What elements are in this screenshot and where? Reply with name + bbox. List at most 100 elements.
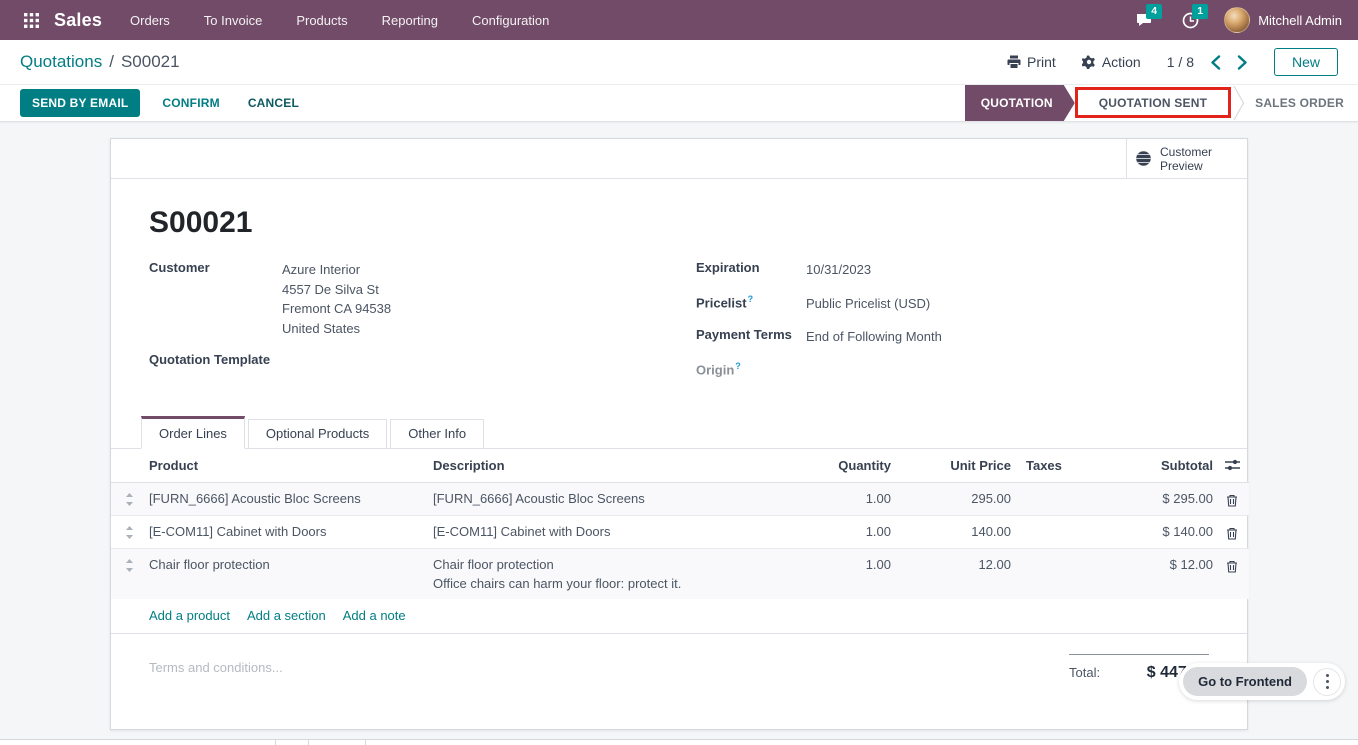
- delete-row-icon[interactable]: [1215, 482, 1249, 515]
- action-button[interactable]: Action: [1082, 54, 1141, 70]
- product-cell[interactable]: [FURN_6666] Acoustic Bloc Screens: [147, 482, 431, 515]
- menu-reporting[interactable]: Reporting: [380, 7, 440, 34]
- top-navbar: Sales Orders To Invoice Products Reporti…: [0, 0, 1358, 40]
- cancel-button[interactable]: CANCEL: [242, 89, 305, 117]
- app-brand[interactable]: Sales: [54, 10, 102, 31]
- apps-menu-button[interactable]: [16, 6, 46, 34]
- description-cell[interactable]: Chair floor protection Office chairs can…: [431, 548, 803, 599]
- messages-menu-button[interactable]: 4: [1132, 8, 1156, 32]
- taxes-column-header[interactable]: Taxes: [1013, 449, 1113, 483]
- stage-quotation-sent[interactable]: QUOTATION SENT: [1075, 85, 1233, 121]
- order-lines-table: Product Description Quantity Unit Price …: [111, 449, 1249, 599]
- control-panel: Quotations / S00021 Print Action 1 / 8: [0, 40, 1358, 85]
- delete-row-icon[interactable]: [1215, 515, 1249, 548]
- pager-next-icon[interactable]: [1237, 55, 1248, 70]
- go-to-frontend-button[interactable]: Go to Frontend: [1183, 667, 1307, 696]
- payment-terms-label: Payment Terms: [696, 327, 806, 347]
- stage-quotation[interactable]: QUOTATION: [965, 85, 1075, 121]
- pricelist-value[interactable]: Public Pricelist (USD): [806, 294, 930, 314]
- stage-sales-order[interactable]: SALES ORDER: [1245, 85, 1358, 121]
- menu-orders[interactable]: Orders: [128, 7, 172, 34]
- tab-other-info[interactable]: Other Info: [390, 419, 484, 449]
- total-label: Total:: [1069, 665, 1100, 680]
- chatter-top-edge: [0, 739, 1358, 745]
- chatter-divider: [308, 740, 309, 745]
- drag-handle-icon[interactable]: [111, 548, 147, 599]
- record-pager: 1 / 8: [1167, 54, 1248, 70]
- product-cell[interactable]: Chair floor protection: [147, 548, 431, 599]
- confirm-button[interactable]: CONFIRM: [156, 89, 225, 117]
- pager-counter: 1 / 8: [1167, 54, 1194, 70]
- add-a-note-link[interactable]: Add a note: [343, 608, 406, 623]
- navbar-left: Sales: [16, 6, 128, 34]
- menu-products[interactable]: Products: [294, 7, 349, 34]
- quantity-cell[interactable]: 1.00: [803, 548, 893, 599]
- customer-label: Customer: [149, 260, 282, 338]
- field-column-left: Customer Azure Interior 4557 De Silva St…: [149, 260, 696, 391]
- quantity-column-header[interactable]: Quantity: [803, 449, 893, 483]
- unit-price-cell[interactable]: 140.00: [893, 515, 1013, 548]
- customer-name[interactable]: Azure Interior: [282, 260, 391, 280]
- taxes-cell[interactable]: [1013, 548, 1113, 599]
- more-options-button[interactable]: [1313, 668, 1341, 696]
- breadcrumb-separator: /: [109, 52, 114, 72]
- frontend-switcher: Go to Frontend: [1179, 663, 1345, 700]
- description-column-header[interactable]: Description: [431, 449, 803, 483]
- subtotal-column-header[interactable]: Subtotal: [1113, 449, 1215, 483]
- print-label: Print: [1027, 54, 1056, 70]
- add-a-section-link[interactable]: Add a section: [247, 608, 326, 623]
- pager-previous-icon[interactable]: [1210, 55, 1221, 70]
- breadcrumb-current: S00021: [121, 52, 180, 72]
- tab-optional-products[interactable]: Optional Products: [248, 419, 387, 449]
- unit-price-cell[interactable]: 295.00: [893, 482, 1013, 515]
- field-expiration: Expiration 10/31/2023: [696, 260, 1209, 280]
- delete-row-icon[interactable]: [1215, 548, 1249, 599]
- tab-order-lines[interactable]: Order Lines: [141, 416, 245, 449]
- form-view-content: Customer Preview S00021 Customer Azure I…: [0, 122, 1358, 745]
- activities-menu-button[interactable]: 1: [1178, 8, 1202, 32]
- unit-price-column-header[interactable]: Unit Price: [893, 449, 1013, 483]
- send-by-email-button[interactable]: SEND BY EMAIL: [20, 89, 140, 117]
- navbar-right: 4 1 Mitchell Admin: [1132, 7, 1342, 33]
- payment-terms-value[interactable]: End of Following Month: [806, 327, 942, 347]
- order-line-row[interactable]: Chair floor protection Chair floor prote…: [111, 548, 1249, 599]
- gear-icon: [1082, 55, 1096, 69]
- print-button[interactable]: Print: [1007, 54, 1056, 70]
- customer-address-line: United States: [282, 319, 391, 339]
- field-customer: Customer Azure Interior 4557 De Silva St…: [149, 260, 696, 338]
- product-cell[interactable]: [E-COM11] Cabinet with Doors: [147, 515, 431, 548]
- drag-handle-icon[interactable]: [111, 515, 147, 548]
- optional-columns-icon[interactable]: [1215, 449, 1249, 483]
- product-column-header[interactable]: Product: [147, 449, 431, 483]
- menu-configuration[interactable]: Configuration: [470, 7, 551, 34]
- drag-handle-icon[interactable]: [111, 482, 147, 515]
- description-cell[interactable]: [E-COM11] Cabinet with Doors: [431, 515, 803, 548]
- breadcrumb-quotations-link[interactable]: Quotations: [20, 52, 102, 72]
- quantity-cell[interactable]: 1.00: [803, 482, 893, 515]
- stage-quotation-sent-label: QUOTATION SENT: [1099, 96, 1207, 110]
- customer-value[interactable]: Azure Interior 4557 De Silva St Fremont …: [282, 260, 391, 338]
- taxes-cell[interactable]: [1013, 482, 1113, 515]
- breadcrumb: Quotations / S00021: [20, 52, 180, 72]
- expiration-value[interactable]: 10/31/2023: [806, 260, 871, 280]
- customer-preview-button[interactable]: Customer Preview: [1126, 139, 1247, 178]
- chatter-divider: [365, 740, 366, 745]
- quantity-cell[interactable]: 1.00: [803, 515, 893, 548]
- total-divider: [1069, 654, 1209, 655]
- terms-and-conditions-input[interactable]: Terms and conditions...: [149, 654, 283, 675]
- order-line-row[interactable]: [FURN_6666] Acoustic Bloc Screens [FURN_…: [111, 482, 1249, 515]
- description-cell[interactable]: [FURN_6666] Acoustic Bloc Screens: [431, 482, 803, 515]
- order-line-row[interactable]: [E-COM11] Cabinet with Doors [E-COM11] C…: [111, 515, 1249, 548]
- user-menu-button[interactable]: Mitchell Admin: [1224, 7, 1342, 33]
- field-pricelist: Pricelist? Public Pricelist (USD): [696, 294, 1209, 314]
- subtotal-cell: $ 295.00: [1113, 482, 1215, 515]
- unit-price-cell[interactable]: 12.00: [893, 548, 1013, 599]
- sheet-footer: Terms and conditions... Total: $ 447.00: [111, 634, 1247, 682]
- add-a-product-link[interactable]: Add a product: [149, 608, 230, 623]
- taxes-cell[interactable]: [1013, 515, 1113, 548]
- new-button[interactable]: New: [1274, 48, 1338, 76]
- globe-icon: [1135, 150, 1152, 167]
- quotation-title[interactable]: S00021: [111, 179, 1247, 260]
- button-box: Customer Preview: [111, 139, 1247, 179]
- menu-to-invoice[interactable]: To Invoice: [202, 7, 265, 34]
